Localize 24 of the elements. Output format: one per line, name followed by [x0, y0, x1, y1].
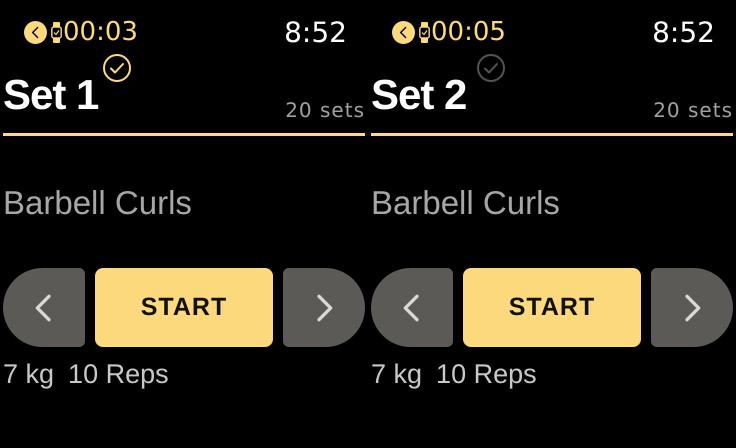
reps-label: 10 Reps — [436, 359, 537, 390]
back-button[interactable] — [392, 20, 415, 44]
next-button[interactable] — [651, 268, 733, 347]
next-button[interactable] — [283, 268, 365, 347]
workout-timer: 00:05 — [431, 17, 506, 47]
set-count: 20 sets — [285, 98, 365, 122]
start-button[interactable]: START — [463, 268, 641, 347]
clock-time: 8:52 — [652, 16, 715, 48]
set-title: Set 1 — [3, 71, 98, 119]
watch-icon — [51, 22, 62, 42]
watch-icon — [419, 22, 430, 42]
set-title: Set 2 — [371, 71, 466, 119]
back-button[interactable] — [24, 20, 47, 44]
previous-button[interactable] — [3, 268, 85, 347]
clock-time: 8:52 — [284, 16, 347, 48]
start-button[interactable]: START — [95, 268, 273, 347]
weight-label: 7 kg — [371, 359, 422, 390]
reps-label: 10 Reps — [68, 359, 169, 390]
previous-button[interactable] — [371, 268, 453, 347]
exercise-name: Barbell Curls — [371, 184, 561, 222]
weight-label: 7 kg — [3, 359, 54, 390]
set-count: 20 sets — [653, 98, 733, 122]
workout-timer: 00:03 — [63, 17, 138, 47]
exercise-name: Barbell Curls — [3, 184, 193, 222]
